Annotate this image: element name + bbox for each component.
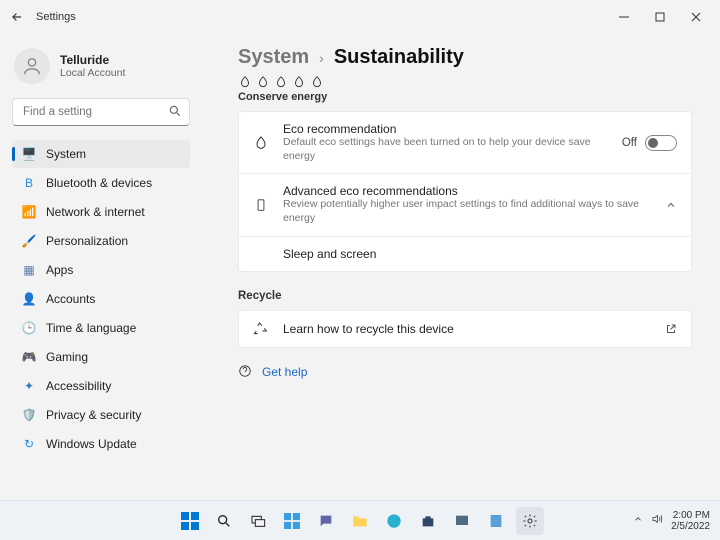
- sidebar-item-network-internet[interactable]: 📶 Network & internet: [12, 198, 190, 226]
- taskbar-apps: [176, 507, 544, 535]
- sidebar-item-gaming[interactable]: 🎮 Gaming: [12, 343, 190, 371]
- section-recycle: Recycle: [238, 290, 692, 302]
- device-icon: [253, 198, 269, 212]
- main-panel: System › Sustainability Conserve energy …: [200, 34, 720, 500]
- row-advanced-eco[interactable]: Advanced eco recommendations Review pote…: [239, 173, 691, 235]
- nav-icon: 🛡️: [22, 408, 36, 422]
- settings-icon[interactable]: [516, 507, 544, 535]
- leaf-rating-icons: [238, 75, 692, 89]
- taskbar: 2:00 PM 2/5/2022: [0, 500, 720, 540]
- file-explorer-icon[interactable]: [346, 507, 374, 535]
- account-type: Local Account: [60, 67, 125, 79]
- account-name: Telluride: [60, 53, 125, 67]
- sidebar-item-windows-update[interactable]: ↻ Windows Update: [12, 430, 190, 458]
- eco-title: Eco recommendation: [283, 122, 608, 136]
- section-conserve-energy: Conserve energy: [238, 91, 692, 103]
- get-help-link[interactable]: Get help: [262, 365, 307, 379]
- sidebar-item-accounts[interactable]: 👤 Accounts: [12, 285, 190, 313]
- start-button[interactable]: [176, 507, 204, 535]
- breadcrumb-current: Sustainability: [334, 46, 464, 69]
- back-button[interactable]: [6, 6, 28, 28]
- conserve-card: Eco recommendation Default eco settings …: [238, 111, 692, 272]
- nav-icon: B: [22, 176, 36, 190]
- nav-label: Windows Update: [46, 437, 137, 451]
- clock[interactable]: 2:00 PM 2/5/2022: [671, 510, 710, 532]
- nav-label: Time & language: [46, 321, 136, 335]
- taskbar-app-icon[interactable]: [448, 507, 476, 535]
- row-eco-recommendation[interactable]: Eco recommendation Default eco settings …: [239, 112, 691, 173]
- search-input[interactable]: [12, 98, 190, 126]
- nav-label: Gaming: [46, 350, 88, 364]
- tray-date: 2/5/2022: [671, 521, 710, 532]
- search-icon: [168, 104, 182, 123]
- nav-icon: 🎮: [22, 350, 36, 364]
- sleep-title: Sleep and screen: [283, 247, 677, 261]
- nav-list: 🖥️ System B Bluetooth & devices 📶 Network & i…: [12, 140, 190, 458]
- open-link-icon: [665, 323, 677, 335]
- maximize-button[interactable]: [642, 3, 678, 31]
- close-button[interactable]: [678, 3, 714, 31]
- store-icon[interactable]: [414, 507, 442, 535]
- chat-icon[interactable]: [312, 507, 340, 535]
- volume-icon[interactable]: [651, 513, 663, 528]
- taskbar-app-icon[interactable]: [482, 507, 510, 535]
- eco-desc: Default eco settings have been turned on…: [283, 136, 608, 163]
- nav-icon: 📶: [22, 205, 36, 219]
- search-box[interactable]: [12, 98, 190, 126]
- row-learn-recycle[interactable]: Learn how to recycle this device: [239, 311, 691, 347]
- widgets-icon[interactable]: [278, 507, 306, 535]
- avatar-icon: [14, 48, 50, 84]
- breadcrumb-parent[interactable]: System: [238, 46, 309, 69]
- sidebar-item-system[interactable]: 🖥️ System: [12, 140, 190, 168]
- recycle-card: Learn how to recycle this device: [238, 310, 692, 348]
- leaf-icon: [253, 135, 269, 151]
- minimize-button[interactable]: [606, 3, 642, 31]
- tray-time: 2:00 PM: [671, 510, 710, 521]
- chevron-right-icon: ›: [319, 50, 324, 66]
- system-tray[interactable]: 2:00 PM 2/5/2022: [633, 510, 710, 532]
- sidebar-item-bluetooth-devices[interactable]: B Bluetooth & devices: [12, 169, 190, 197]
- eco-toggle-state: Off: [622, 137, 637, 149]
- breadcrumb: System › Sustainability: [238, 46, 692, 69]
- nav-label: Personalization: [46, 234, 128, 248]
- nav-label: Privacy & security: [46, 408, 141, 422]
- sidebar-item-accessibility[interactable]: ✦ Accessibility: [12, 372, 190, 400]
- nav-icon: ↻: [22, 437, 36, 451]
- row-sleep-and-screen[interactable]: Sleep and screen: [239, 236, 691, 271]
- app-title: Settings: [36, 11, 76, 23]
- nav-label: Accounts: [46, 292, 95, 306]
- account-block[interactable]: Telluride Local Account: [14, 48, 188, 84]
- edge-icon[interactable]: [380, 507, 408, 535]
- nav-label: Network & internet: [46, 205, 145, 219]
- sidebar-item-personalization[interactable]: 🖌️ Personalization: [12, 227, 190, 255]
- task-view-icon[interactable]: [244, 507, 272, 535]
- sidebar-item-privacy-security[interactable]: 🛡️ Privacy & security: [12, 401, 190, 429]
- nav-icon: 🕒: [22, 321, 36, 335]
- advanced-title: Advanced eco recommendations: [283, 184, 651, 198]
- recycle-title: Learn how to recycle this device: [283, 322, 651, 336]
- eco-toggle[interactable]: [645, 135, 677, 151]
- nav-label: Accessibility: [46, 379, 111, 393]
- sidebar-item-time-language[interactable]: 🕒 Time & language: [12, 314, 190, 342]
- nav-label: Bluetooth & devices: [46, 176, 152, 190]
- nav-icon: 🖌️: [22, 234, 36, 248]
- nav-icon: ✦: [22, 379, 36, 393]
- nav-label: System: [46, 147, 86, 161]
- recycle-icon: [253, 321, 269, 337]
- nav-label: Apps: [46, 263, 73, 277]
- sidebar: Telluride Local Account 🖥️ System B Bluetoo…: [0, 34, 200, 500]
- nav-icon: ▦: [22, 263, 36, 277]
- help-row: Get help: [238, 364, 692, 381]
- nav-icon: 👤: [22, 292, 36, 306]
- tray-chevron-icon[interactable]: [633, 514, 643, 527]
- advanced-desc: Review potentially higher user impact se…: [283, 198, 651, 225]
- taskbar-search-icon[interactable]: [210, 507, 238, 535]
- chevron-up-icon: [665, 199, 677, 211]
- nav-icon: 🖥️: [22, 147, 36, 161]
- sidebar-item-apps[interactable]: ▦ Apps: [12, 256, 190, 284]
- title-bar: Settings: [0, 0, 720, 34]
- help-icon: [238, 364, 252, 381]
